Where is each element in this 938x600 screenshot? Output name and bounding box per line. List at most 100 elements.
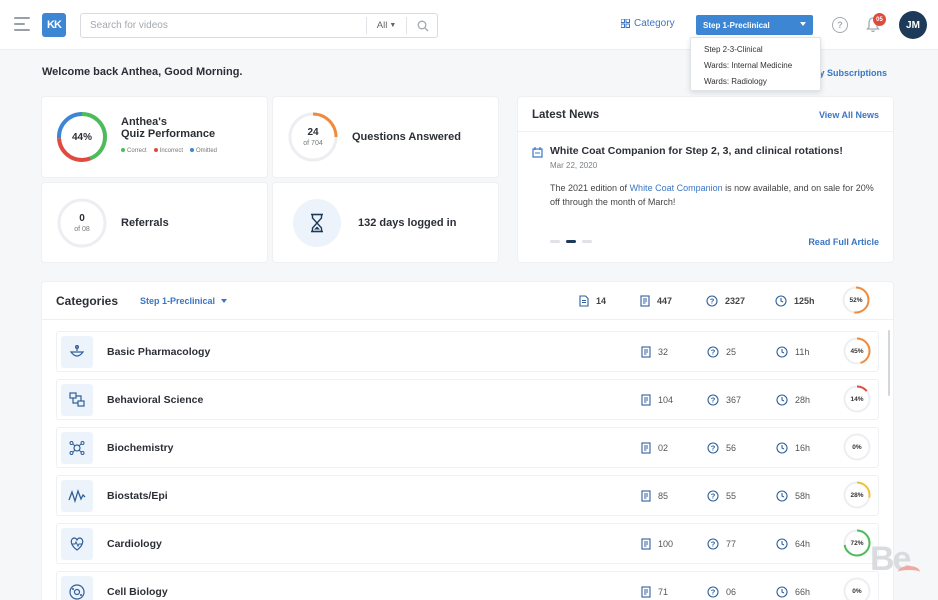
carousel-dots xyxy=(550,240,592,243)
divider xyxy=(518,131,893,132)
category-percent-ring: 14% xyxy=(843,385,871,413)
total-questions: ? 2327 xyxy=(706,295,745,307)
category-time: 28h xyxy=(776,394,810,406)
notes-icon xyxy=(641,490,651,502)
clock-icon xyxy=(776,538,788,550)
category-time: 66h xyxy=(776,586,810,598)
category-row[interactable]: Biochemistry 02 ? 56 16h 0% xyxy=(56,427,879,468)
questions-total: of 704 xyxy=(303,139,323,147)
questions-answered-card[interactable]: 24 of 704 Questions Answered xyxy=(273,97,498,177)
grid-icon xyxy=(621,19,630,28)
category-row[interactable]: Cardiology 100 ? 77 64h 72% xyxy=(56,523,879,564)
quiz-title-line1: Anthea's xyxy=(121,116,168,128)
category-name: Biostats/Epi xyxy=(107,490,168,502)
latest-news-card: Latest News View All News White Coat Com… xyxy=(518,97,893,262)
categories-filter-select[interactable]: Step 1-Preclinical xyxy=(140,296,228,306)
category-time: 11h xyxy=(776,346,809,358)
news-date: Mar 22, 2020 xyxy=(550,161,598,170)
search-button[interactable] xyxy=(406,17,438,34)
category-row[interactable]: Behavioral Science 104 ? 367 28h 14% xyxy=(56,379,879,420)
read-full-article-link[interactable]: Read Full Article xyxy=(808,237,879,247)
category-link[interactable]: Category xyxy=(621,18,675,29)
notes-icon xyxy=(641,586,651,598)
category-questions: ? 55 xyxy=(707,490,736,502)
cardiology-icon xyxy=(61,528,93,560)
question-circle-icon: ? xyxy=(707,490,719,502)
category-name: Basic Pharmacology xyxy=(107,346,211,358)
questions-count: 24 xyxy=(307,126,319,138)
total-docs: 14 xyxy=(579,295,606,307)
notes-icon xyxy=(641,394,651,406)
pharmacology-icon xyxy=(61,336,93,368)
carousel-dot[interactable] xyxy=(550,240,560,243)
dropdown-item[interactable]: Wards: Radiology xyxy=(691,74,820,90)
welcome-text: Welcome back Anthea, Good Morning. xyxy=(42,66,243,78)
total-percent: 52% xyxy=(849,296,863,304)
clock-icon xyxy=(776,394,788,406)
news-icon xyxy=(532,147,543,158)
category-time: 64h xyxy=(776,538,810,550)
avatar[interactable]: JM xyxy=(899,11,927,39)
help-icon[interactable]: ? xyxy=(832,17,848,33)
questions-label: Questions Answered xyxy=(352,131,462,143)
clock-icon xyxy=(776,442,788,454)
category-name: Cell Biology xyxy=(107,586,168,598)
menu-icon[interactable] xyxy=(14,17,30,35)
legend-omitted: Omitted xyxy=(190,148,217,154)
total-notes: 447 xyxy=(640,295,672,307)
legend-incorrect: Incorrect xyxy=(153,148,183,154)
days-logged-card[interactable]: 132 days logged in xyxy=(273,183,498,262)
total-time: 125h xyxy=(775,295,815,307)
step-dropdown-menu: Step 2-3-Clinical Wards: Internal Medici… xyxy=(690,37,821,91)
search-icon xyxy=(417,20,428,31)
category-questions: ? 367 xyxy=(707,394,741,406)
news-body-link[interactable]: White Coat Companion xyxy=(630,183,723,193)
caret-down-icon xyxy=(800,22,806,26)
category-notes: 100 xyxy=(641,538,673,550)
referrals-card[interactable]: 0 of 08 Referrals xyxy=(42,183,267,262)
question-circle-icon: ? xyxy=(707,586,719,598)
referrals-count: 0 xyxy=(79,212,85,224)
watermark-arc xyxy=(898,566,920,578)
category-name: Biochemistry xyxy=(107,442,174,454)
scrollbar[interactable] xyxy=(888,330,890,396)
carousel-dot-active[interactable] xyxy=(566,240,576,243)
hourglass-icon xyxy=(293,199,341,247)
svg-text:?: ? xyxy=(710,297,715,306)
question-circle-icon: ? xyxy=(706,295,718,307)
quiz-ring: 44% xyxy=(56,111,108,163)
dropdown-item[interactable]: Step 2-3-Clinical xyxy=(691,42,820,58)
quiz-title-line2: Quiz Performance xyxy=(121,128,216,140)
notification-badge: 05 xyxy=(873,13,886,26)
category-row[interactable]: Cell Biology 71 ? 06 66h 0% xyxy=(56,571,879,600)
news-title: Latest News xyxy=(532,109,600,121)
step-select[interactable]: Step 1-Preclinical xyxy=(696,15,813,35)
category-row[interactable]: Biostats/Epi 85 ? 55 58h 28% xyxy=(56,475,879,516)
view-all-news-link[interactable]: View All News xyxy=(819,110,879,120)
quiz-percent: 44% xyxy=(71,131,92,143)
total-percent-ring: 52% xyxy=(842,286,870,314)
category-notes: 85 xyxy=(641,490,668,502)
news-headline[interactable]: White Coat Companion for Step 2, 3, and … xyxy=(550,145,843,157)
notes-icon xyxy=(641,538,651,550)
days-logged-label: 132 days logged in xyxy=(358,217,457,229)
search-input[interactable] xyxy=(81,14,366,37)
referrals-label: Referrals xyxy=(121,217,169,229)
category-percent: 45% xyxy=(850,347,864,355)
search-bar: All ▼ xyxy=(80,13,438,38)
quiz-performance-card[interactable]: 44% Anthea's Quiz Performance Correct In… xyxy=(42,97,267,177)
notes-icon xyxy=(641,346,651,358)
category-notes: 71 xyxy=(641,586,668,598)
carousel-dot[interactable] xyxy=(582,240,592,243)
category-row[interactable]: Basic Pharmacology 32 ? 25 11h 45% xyxy=(56,331,879,372)
search-filter-select[interactable]: All ▼ xyxy=(366,17,406,34)
category-percent: 28% xyxy=(850,491,864,499)
category-percent-ring: 0% xyxy=(843,577,871,600)
question-circle-icon: ? xyxy=(707,394,719,406)
legend-correct: Correct xyxy=(121,148,147,154)
category-percent-ring: 28% xyxy=(843,481,871,509)
dropdown-item[interactable]: Wards: Internal Medicine xyxy=(691,58,820,74)
subscriptions-link[interactable]: ly Subscriptions xyxy=(817,68,887,78)
app-logo[interactable]: KK xyxy=(42,13,66,37)
svg-text:?: ? xyxy=(711,444,716,453)
